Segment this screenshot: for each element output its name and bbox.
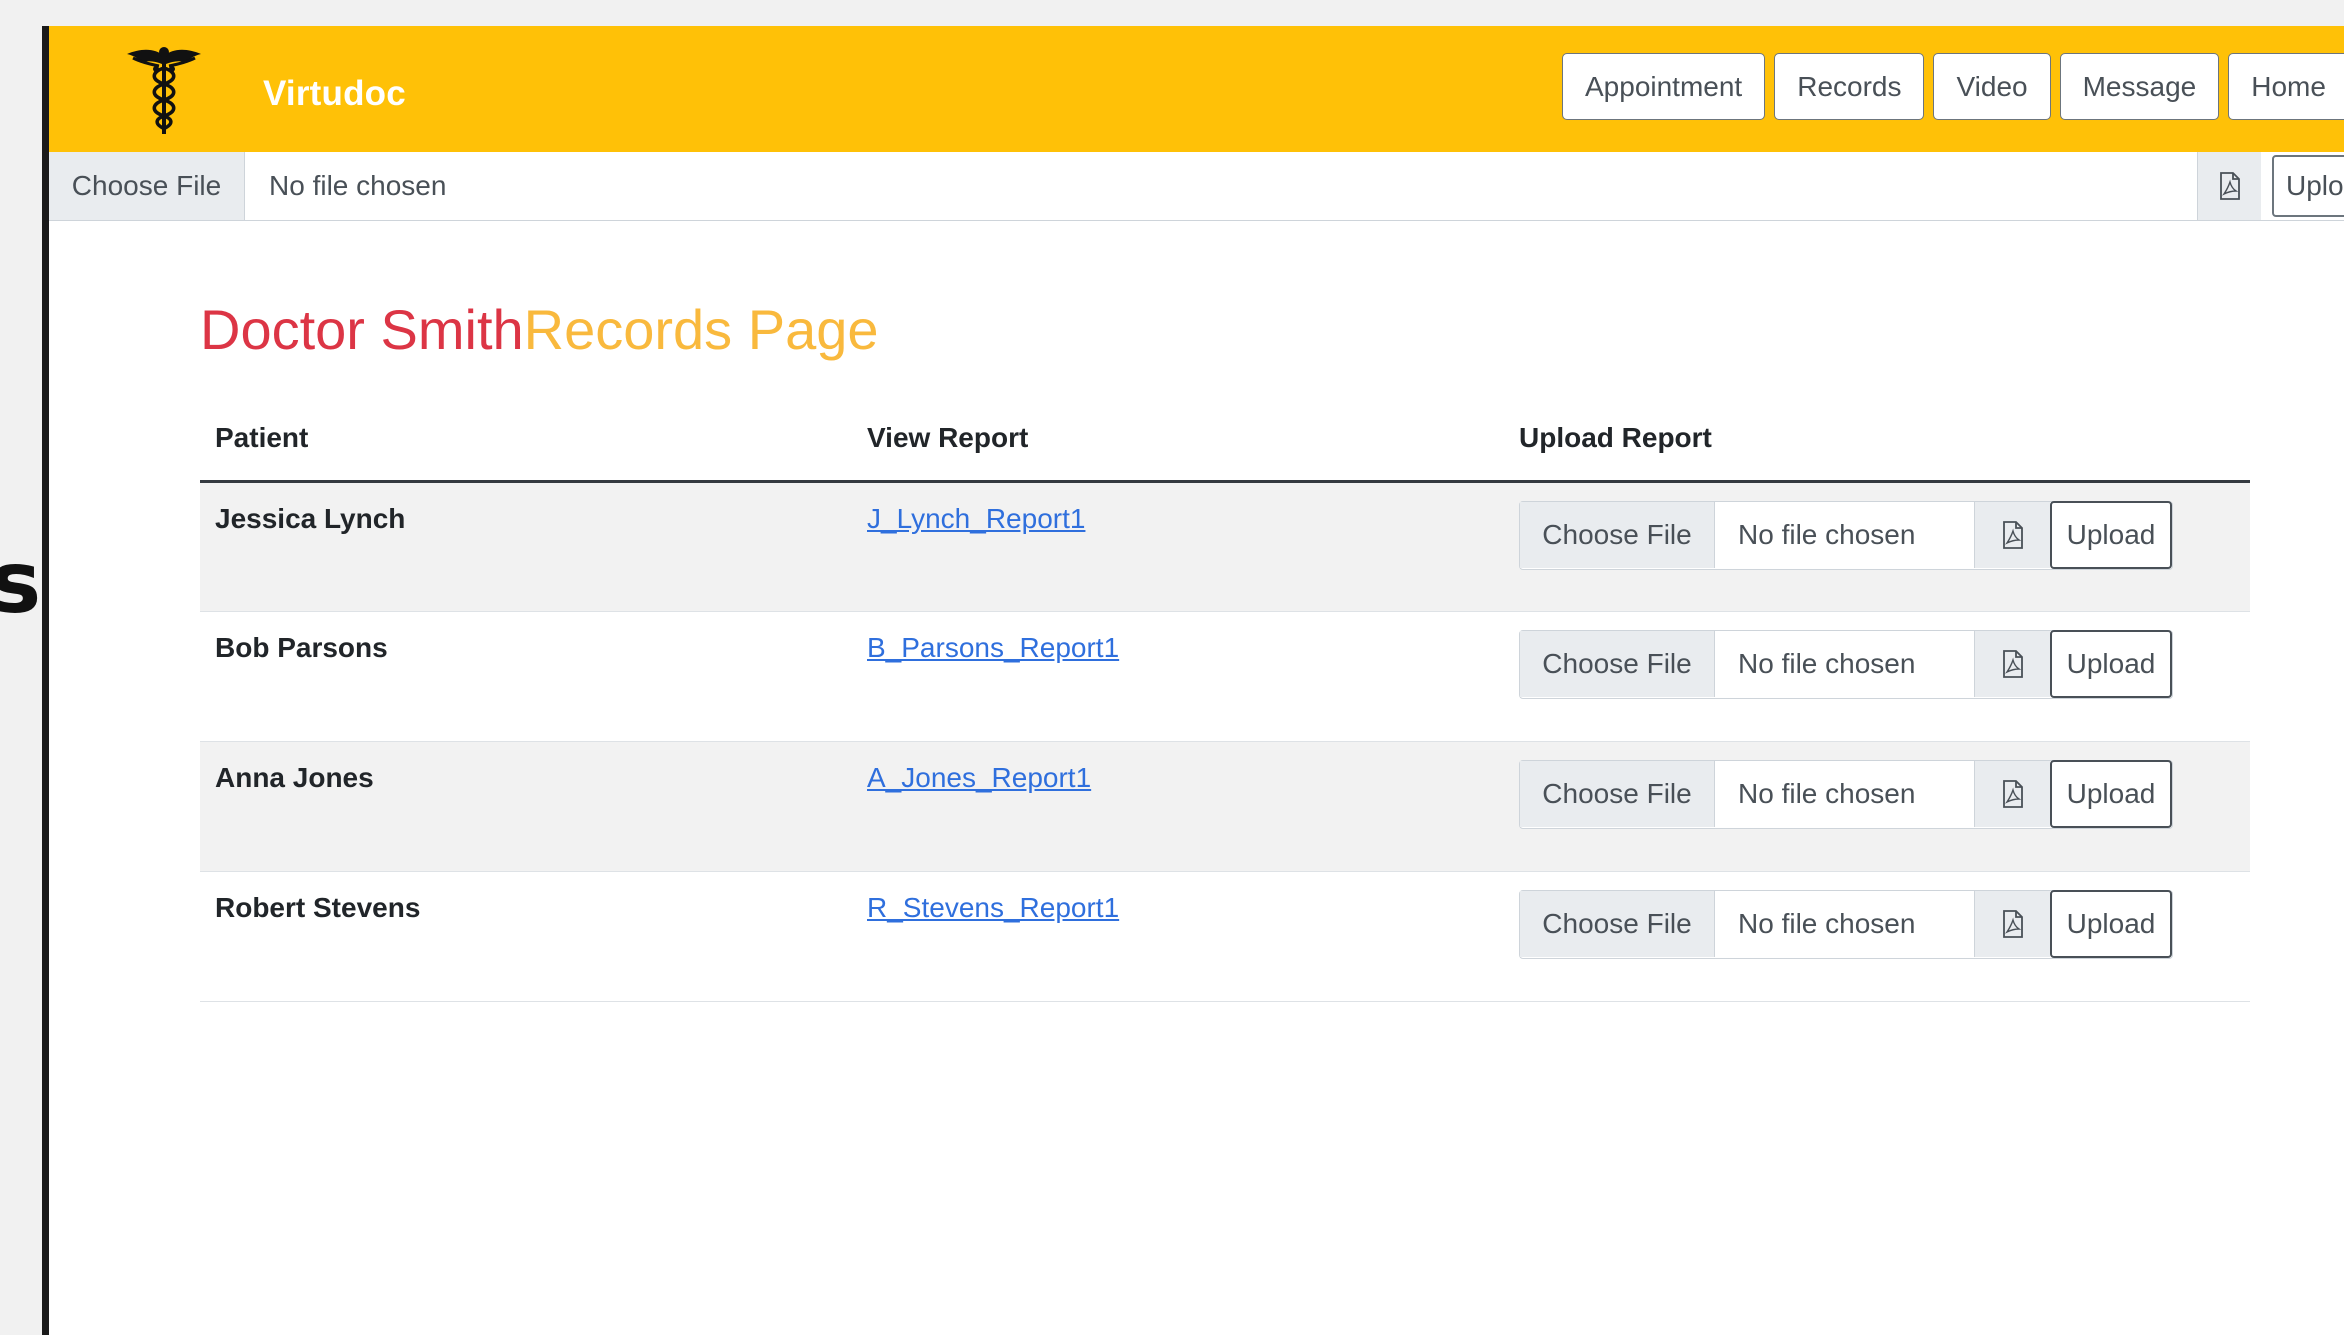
report-link[interactable]: A_Jones_Report1 [867, 762, 1091, 793]
table-row: Bob Parsons B_Parsons_Report1 Choose Fil… [200, 611, 2250, 742]
file-status: No file chosen [1738, 778, 1916, 809]
top-file-input: Choose File No file chosen Uplo [49, 152, 2344, 221]
pdf-file-icon [2002, 910, 2023, 938]
upload-file-input: Choose File No file chosen Upload [1519, 630, 2173, 699]
upload-file-input: Choose File No file chosen Upload [1519, 501, 2173, 570]
patient-name: Bob Parsons [200, 611, 852, 742]
page-title-records: Records Page [523, 298, 879, 361]
pdf-addon [1974, 891, 2050, 957]
table-row: Jessica Lynch J_Lynch_Report1 Choose Fil… [200, 481, 2250, 612]
records-table: Patient View Report Upload Report Jessic… [200, 396, 2250, 1002]
top-pdf-addon [2197, 152, 2261, 220]
navbar: Virtudoc Appointment Records Video Messa… [49, 26, 2344, 152]
patient-name: Jessica Lynch [200, 481, 852, 612]
choose-file-button[interactable]: Choose File [1520, 761, 1715, 827]
nav-records-button[interactable]: Records [1774, 53, 1925, 120]
pdf-file-icon [2002, 521, 2023, 549]
upload-button[interactable]: Upload [2050, 630, 2172, 698]
top-file-status: No file chosen [269, 170, 447, 201]
upload-file-input: Choose File No file chosen Upload [1519, 760, 2173, 829]
column-header-view-report: View Report [852, 396, 1504, 483]
nav-message-button[interactable]: Message [2059, 53, 2220, 120]
patient-name: Robert Stevens [200, 871, 852, 1002]
table-header-row: Patient View Report Upload Report [200, 396, 2250, 483]
upload-file-input: Choose File No file chosen Upload [1519, 890, 2173, 959]
report-link[interactable]: R_Stevens_Report1 [867, 892, 1119, 923]
background-partial-text: s [0, 533, 42, 633]
top-upload-button[interactable]: Uplo [2272, 155, 2344, 217]
caduceus-icon[interactable] [119, 42, 209, 138]
pdf-addon [1974, 631, 2050, 697]
patient-name: Anna Jones [200, 741, 852, 872]
background-window-strip: s [0, 0, 49, 1335]
window-border [42, 26, 49, 1335]
file-status: No file chosen [1738, 648, 1916, 679]
choose-file-button[interactable]: Choose File [1520, 631, 1715, 697]
file-status: No file chosen [1738, 908, 1916, 939]
nav-home-button[interactable]: Home [2228, 53, 2344, 120]
upload-button[interactable]: Upload [2050, 890, 2172, 958]
app-window: Virtudoc Appointment Records Video Messa… [49, 26, 2344, 1335]
upload-button[interactable]: Upload [2050, 760, 2172, 828]
nav-video-button[interactable]: Video [1933, 53, 2051, 120]
choose-file-button[interactable]: Choose File [1520, 502, 1715, 568]
pdf-addon [1974, 502, 2050, 568]
report-link[interactable]: B_Parsons_Report1 [867, 632, 1119, 663]
choose-file-button[interactable]: Choose File [1520, 891, 1715, 957]
pdf-file-icon [2219, 172, 2240, 200]
pdf-file-icon [2002, 650, 2023, 678]
pdf-addon [1974, 761, 2050, 827]
report-link[interactable]: J_Lynch_Report1 [867, 503, 1085, 534]
table-row: Anna Jones A_Jones_Report1 Choose File N… [200, 741, 2250, 872]
column-header-upload-report: Upload Report [1504, 396, 2250, 483]
file-status: No file chosen [1738, 519, 1916, 550]
top-choose-file-button[interactable]: Choose File [49, 152, 245, 220]
page-title-doctor: Doctor Smith [200, 298, 524, 361]
table-row: Robert Stevens R_Stevens_Report1 Choose … [200, 871, 2250, 1002]
nav-button-group: Appointment Records Video Message Home [1562, 53, 2344, 120]
page-title: Doctor SmithRecords Page [200, 296, 879, 363]
upload-button[interactable]: Upload [2050, 501, 2172, 569]
brand-name[interactable]: Virtudoc [263, 74, 406, 114]
column-header-patient: Patient [200, 396, 852, 483]
pdf-file-icon [2002, 780, 2023, 808]
nav-appointment-button[interactable]: Appointment [1562, 53, 1766, 120]
